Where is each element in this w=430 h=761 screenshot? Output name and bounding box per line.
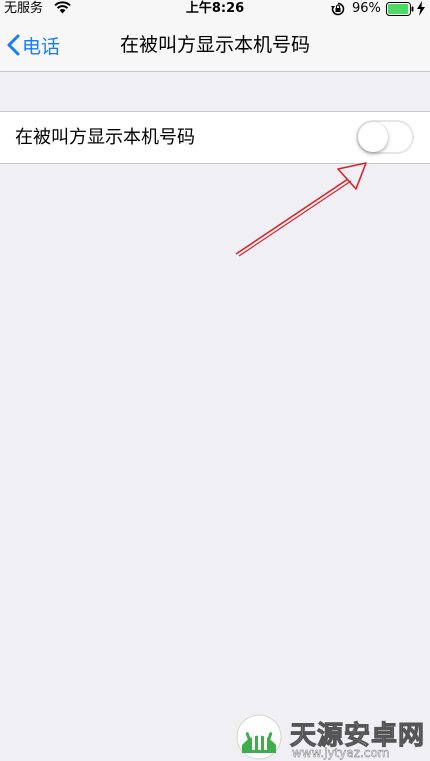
chevron-left-icon	[7, 34, 20, 56]
status-bar: 无服务 上午8:26 96%	[0, 0, 430, 20]
page-title: 在被叫方显示本机号码	[119, 34, 310, 56]
battery-percent: 96%	[352, 1, 381, 16]
back-label: 电话	[22, 35, 61, 58]
show-caller-id-label: 在被叫方显示本机号码	[15, 127, 195, 148]
show-caller-id-toggle[interactable]	[356, 120, 414, 154]
toggle-knob	[358, 122, 388, 152]
back-button[interactable]: 电话	[6, 32, 60, 58]
charging-bolt-icon	[417, 1, 425, 16]
watermark: 天源安卓网 www.jytyaz.com	[232, 712, 430, 761]
red-arrow-icon	[235, 162, 367, 257]
android-logo-icon	[236, 714, 282, 760]
watermark-url: www.jytyaz.com	[292, 746, 390, 760]
rotation-lock-icon	[331, 2, 345, 16]
battery-icon	[386, 2, 414, 16]
navigation-bar: 电话 在被叫方显示本机号码	[0, 20, 430, 72]
